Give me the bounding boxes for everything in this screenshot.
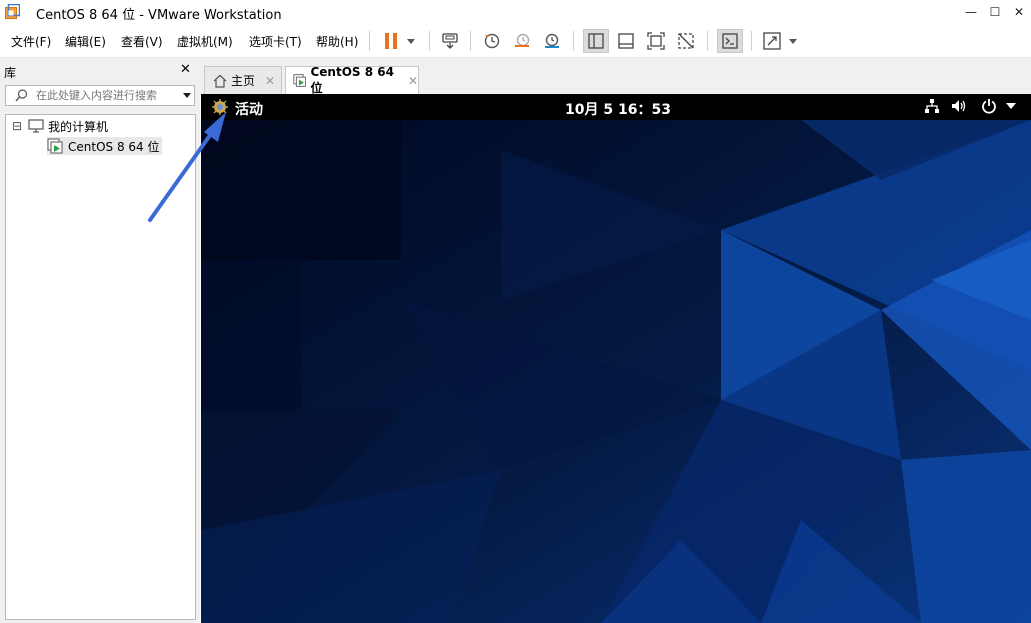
menu-tabs[interactable]: 选项卡(T) xyxy=(249,33,302,50)
desktop-wallpaper xyxy=(201,120,1031,623)
full-screen-icon xyxy=(647,32,665,50)
chevron-down-icon[interactable] xyxy=(182,88,192,102)
disable-unity-icon xyxy=(678,33,694,49)
dropdown-arrow-icon xyxy=(789,38,797,44)
stretch-icon xyxy=(763,32,781,50)
snapshot-manager-icon xyxy=(545,33,559,48)
title-bar: CentOS 8 64 位 - VMware Workstation — ☐ ✕ xyxy=(0,0,1031,24)
vm-running-icon xyxy=(47,138,63,154)
tab-close-button[interactable]: ✕ xyxy=(265,74,275,88)
search-icon xyxy=(15,89,28,102)
stretch-dropdown-button[interactable] xyxy=(783,29,803,53)
stretch-button[interactable] xyxy=(759,29,785,53)
menu-edit[interactable]: 编辑(E) xyxy=(65,33,106,50)
library-title: 库 xyxy=(4,66,17,80)
tree-item-centos-vm[interactable]: CentOS 8 64 位 xyxy=(47,137,163,155)
library-pane: 库 ✕ ⊟ 我的计算机 CentOS 8 64 位 xyxy=(0,58,200,623)
toolbar-separator xyxy=(573,31,574,51)
tab-bar: 主页 ✕ CentOS 8 64 位 ✕ xyxy=(200,58,1031,95)
toolbar-separator xyxy=(751,31,752,51)
snapshot-icon xyxy=(484,33,500,49)
library-search-input[interactable] xyxy=(36,88,176,103)
menu-vm[interactable]: 虚拟机(M) xyxy=(177,33,233,50)
pause-icon xyxy=(385,33,397,49)
vmware-logo-icon xyxy=(5,4,20,19)
full-screen-button[interactable] xyxy=(643,29,669,53)
gnome-top-bar: 活动 10月 5 16：53 xyxy=(201,94,1031,120)
tree-item-label: 我的计算机 xyxy=(48,119,109,134)
computer-icon xyxy=(28,119,44,133)
menu-view[interactable]: 查看(V) xyxy=(121,33,163,50)
tab-home[interactable]: 主页 ✕ xyxy=(204,66,282,94)
window-title: CentOS 8 64 位 - VMware Workstation xyxy=(36,8,282,23)
clock-display[interactable]: 10月 5 16：53 xyxy=(565,99,671,119)
menu-help[interactable]: 帮助(H) xyxy=(316,33,358,50)
library-search-box[interactable] xyxy=(5,85,195,106)
activities-button[interactable]: 活动 xyxy=(235,99,263,119)
collapse-toggle-icon[interactable]: ⊟ xyxy=(12,119,28,133)
activities-icon xyxy=(212,99,228,115)
volume-icon[interactable] xyxy=(951,98,969,114)
tab-centos-vm[interactable]: CentOS 8 64 位 ✕ xyxy=(285,65,419,95)
console-view-button[interactable] xyxy=(717,29,743,53)
minimize-button[interactable]: — xyxy=(959,0,983,24)
network-icon[interactable] xyxy=(924,98,940,114)
menu-toolbar-bar: 文件(F) 编辑(E) 查看(V) 虚拟机(M) 选项卡(T) 帮助(H) xyxy=(0,24,1031,58)
menu-arrow-icon[interactable] xyxy=(1006,102,1016,110)
close-button[interactable]: ✕ xyxy=(1007,0,1031,24)
toolbar-separator xyxy=(429,31,430,51)
send-ctrl-alt-del-icon xyxy=(442,33,458,49)
toolbar-separator xyxy=(707,31,708,51)
tab-label: CentOS 8 64 位 xyxy=(310,65,394,95)
thumbnail-bar-icon xyxy=(618,33,634,49)
console-view-icon xyxy=(722,33,738,49)
power-icon[interactable] xyxy=(981,98,997,114)
vm-console-screen[interactable]: 活动 10月 5 16：53 xyxy=(201,94,1031,623)
tab-label: 主页 xyxy=(231,74,256,88)
menu-file[interactable]: 文件(F) xyxy=(11,33,51,50)
send-ctrl-alt-del-button[interactable] xyxy=(437,29,463,53)
revert-snapshot-icon xyxy=(515,33,530,47)
library-close-button[interactable]: ✕ xyxy=(180,62,191,77)
dropdown-arrow-icon xyxy=(407,38,415,44)
tree-item-my-computer[interactable]: ⊟ 我的计算机 xyxy=(12,117,108,135)
toolbar-separator xyxy=(369,31,370,51)
toolbar-separator xyxy=(470,31,471,51)
show-library-button[interactable] xyxy=(583,29,609,53)
thumbnail-bar-button[interactable] xyxy=(613,29,639,53)
maximize-button[interactable]: ☐ xyxy=(983,0,1007,24)
library-tree: ⊟ 我的计算机 CentOS 8 64 位 xyxy=(5,114,196,620)
revert-snapshot-button[interactable] xyxy=(509,29,535,53)
snapshot-manager-button[interactable] xyxy=(539,29,565,53)
show-library-icon xyxy=(588,33,604,49)
tree-item-label: CentOS 8 64 位 xyxy=(68,139,160,154)
power-dropdown-button[interactable] xyxy=(400,29,422,53)
home-icon xyxy=(213,74,227,88)
vm-running-icon xyxy=(293,74,307,87)
unity-button[interactable] xyxy=(673,29,699,53)
tab-close-button[interactable]: ✕ xyxy=(408,74,418,88)
take-snapshot-button[interactable] xyxy=(479,29,505,53)
